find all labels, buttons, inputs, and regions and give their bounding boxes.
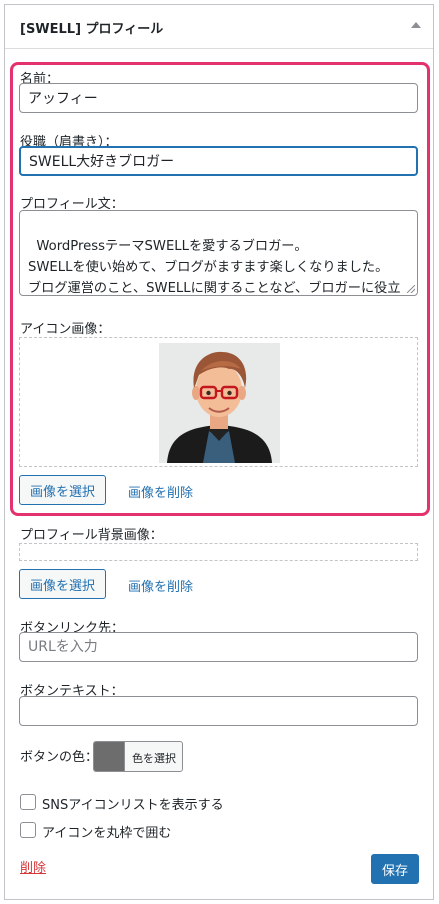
icon-image-preview [19, 337, 418, 467]
circle-checkbox-label: アイコンを丸枠で囲む [42, 826, 172, 841]
bg-image-preview [19, 543, 418, 561]
bg-delete-link[interactable]: 画像を削除 [128, 576, 193, 595]
icon-select-button[interactable]: 画像を選択 [19, 475, 106, 505]
button-color-label: ボタンの色： [20, 750, 99, 765]
icon-image-label: アイコン画像： [20, 322, 111, 337]
widget-delete-link[interactable]: 削除 [20, 857, 46, 876]
save-button[interactable]: 保存 [371, 854, 419, 884]
profile-text-content: WordPressテーマSWELLを愛するブロガー。 SWELLを使い始めて、ブ… [28, 239, 401, 296]
icon-delete-link[interactable]: 画像を削除 [128, 482, 193, 501]
profile-text-area[interactable]: WordPressテーマSWELLを愛するブロガー。 SWELLを使い始めて、ブ… [19, 210, 418, 296]
widget-header[interactable]: [SWELL] プロフィール [5, 5, 433, 49]
sns-checkbox[interactable] [20, 794, 36, 810]
circle-checkbox[interactable] [20, 822, 36, 838]
position-input[interactable] [19, 146, 418, 176]
avatar [159, 343, 280, 463]
collapse-toggle-icon[interactable] [411, 22, 421, 28]
sns-checkbox-label: SNSアイコンリストを表示する [42, 798, 224, 813]
color-select-label: 色を選択 [132, 752, 176, 765]
name-input[interactable] [19, 83, 418, 113]
color-swatch [94, 742, 125, 771]
widget-title: [SWELL] プロフィール [20, 22, 164, 37]
resize-grip-icon[interactable] [407, 285, 415, 293]
button-text-input[interactable] [19, 696, 418, 726]
button-link-input[interactable] [19, 632, 418, 662]
bg-image-label: プロフィール背景画像： [20, 528, 163, 543]
bg-select-button[interactable]: 画像を選択 [19, 569, 106, 599]
avatar-image [159, 343, 280, 463]
color-picker-button[interactable]: 色を選択 [93, 741, 183, 772]
